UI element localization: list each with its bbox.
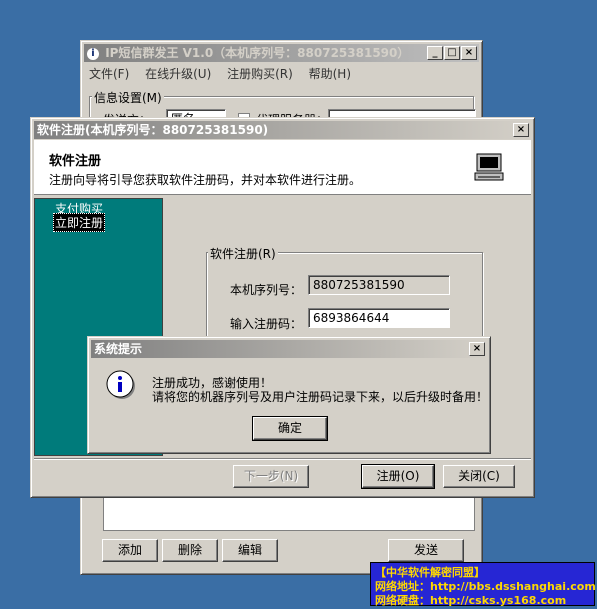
- code-field[interactable]: 6893864644: [308, 308, 450, 328]
- main-title-bar[interactable]: i IP短信群发王 V1.0（本机序列号：880725381590） _ □ ×: [84, 44, 479, 62]
- watermark-line3: 网络硬盘：http://csks.ys168.com: [375, 594, 567, 607]
- close-reg-button[interactable]: 关闭(C): [443, 465, 515, 488]
- next-button[interactable]: 下一步(N): [233, 465, 309, 488]
- msg-line2: 请将您的机器序列号及用户注册码记录下来，以后升级时备用！: [152, 390, 489, 404]
- reg-group-label: 软件注册(R): [208, 245, 278, 262]
- nav-item-register[interactable]: 立即注册: [53, 213, 106, 232]
- send-button[interactable]: 发送: [388, 539, 464, 562]
- serial-field: 880725381590: [308, 275, 450, 295]
- reg-header: 软件注册 注册向导将引导您获取软件注册码，并对本软件进行注册。: [34, 140, 531, 195]
- msgbox-close-button[interactable]: ×: [469, 342, 485, 356]
- close-button[interactable]: ×: [461, 46, 477, 60]
- info-icon: [106, 370, 136, 400]
- menu-upgrade[interactable]: 在线升级(U): [145, 67, 211, 81]
- register-button[interactable]: 注册(O): [361, 464, 435, 489]
- code-label: 输入注册码：: [230, 317, 303, 331]
- menu-register[interactable]: 注册购买(R): [227, 67, 293, 81]
- main-title-text: IP短信群发王 V1.0（本机序列号：880725381590）: [105, 46, 410, 60]
- reg-title-bar[interactable]: 软件注册(本机序列号：880725381590) ×: [34, 121, 531, 139]
- info-settings-label: 信息设置(M): [92, 89, 164, 106]
- watermark-box: 【中华软件解密同盟】 网络地址：http://bbs.dsshanghai.co…: [370, 562, 596, 607]
- reg-separator: [34, 458, 531, 460]
- reg-header-title: 软件注册: [49, 154, 102, 169]
- message-box: 系统提示 × 注册成功，感谢使用！ 请将您的机器序列号及用户注册码记录下来，以后…: [87, 336, 491, 454]
- delete-button[interactable]: 删除: [162, 539, 218, 562]
- add-button[interactable]: 添加: [102, 539, 158, 562]
- menu-file[interactable]: 文件(F): [89, 67, 129, 81]
- reg-close-button[interactable]: ×: [513, 123, 529, 137]
- edit-button[interactable]: 编辑: [222, 539, 278, 562]
- maximize-button[interactable]: □: [444, 46, 460, 60]
- msgbox-title-text: 系统提示: [94, 342, 143, 356]
- serial-label: 本机序列号：: [230, 283, 303, 297]
- msgbox-title-bar[interactable]: 系统提示 ×: [91, 340, 487, 358]
- minimize-button[interactable]: _: [427, 46, 443, 60]
- reg-title-text: 软件注册(本机序列号：880725381590): [37, 123, 269, 137]
- menu-bar: 文件(F) 在线升级(U) 注册购买(R) 帮助(H): [89, 65, 363, 82]
- reg-header-desc: 注册向导将引导您获取软件注册码，并对本软件进行注册。: [49, 173, 362, 187]
- menu-help[interactable]: 帮助(H): [309, 67, 351, 81]
- app-icon: i: [87, 47, 99, 60]
- computer-icon: [474, 152, 504, 182]
- ok-button[interactable]: 确定: [252, 416, 328, 441]
